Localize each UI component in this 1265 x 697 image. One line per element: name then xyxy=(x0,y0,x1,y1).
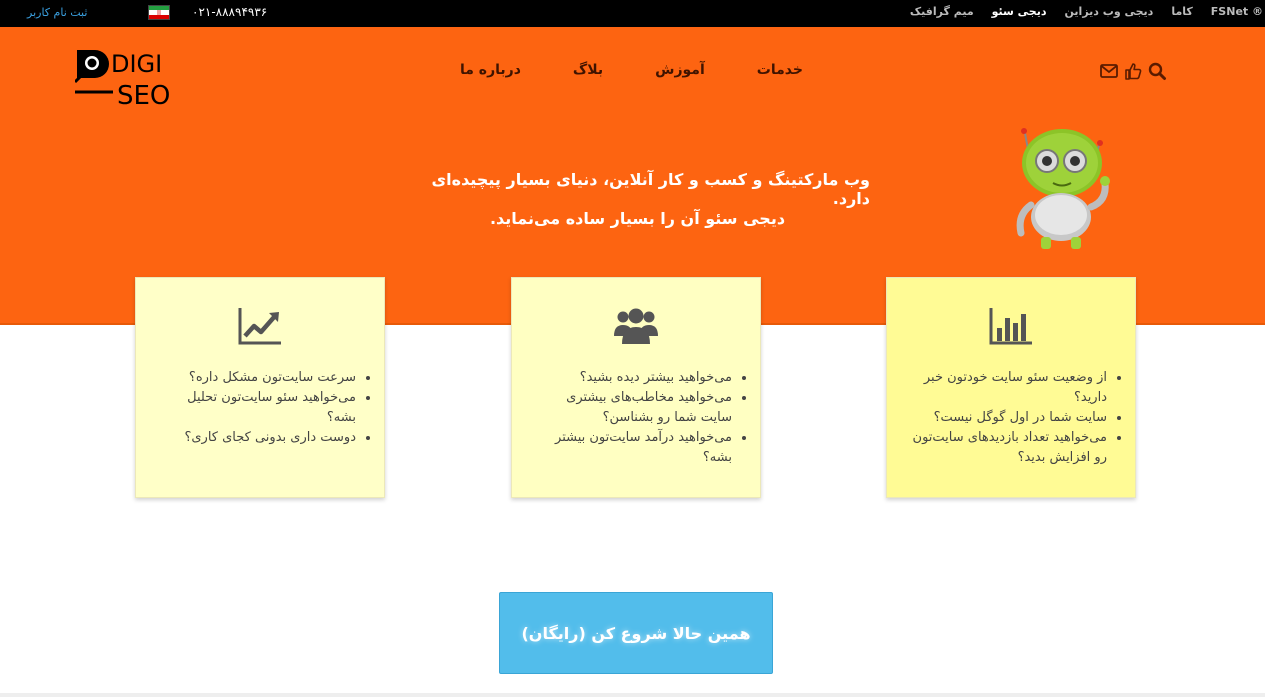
nav-item-about[interactable]: درباره ما xyxy=(460,62,521,78)
mail-icon[interactable] xyxy=(1099,61,1119,81)
top-link-digiwebdesign[interactable]: دیجی وب دیزاین xyxy=(1065,5,1154,18)
card-list: سرعت سایت‌تون مشکل داره؟ می‌خواهید سئو س… xyxy=(156,368,374,448)
card-list: از وضعیت سئو سایت خودتون خبر دارید؟ سایت… xyxy=(907,368,1125,468)
hero-headline: وب مارکتینگ و کسب و کار آنلاین، دنیای بس… xyxy=(431,170,870,208)
digiseo-logo[interactable]: DIGI SEO xyxy=(75,46,205,108)
thumbs-up-icon[interactable] xyxy=(1123,61,1143,81)
main-nav: خدمات آموزش بلاگ درباره ما xyxy=(460,62,803,78)
list-item: می‌خواهید مخاطب‌های بیشتری سایت شما رو ب… xyxy=(532,388,732,428)
logo-text-seo: SEO xyxy=(117,81,170,108)
hero-subheadline: دیجی سئو آن را بسیار ساده می‌نماید. xyxy=(489,209,786,228)
top-links: FSNet ® کاما دیجی وب دیزاین دیجی سئو میم… xyxy=(910,5,1265,18)
list-item: می‌خواهید بیشتر دیده بشید؟ xyxy=(532,368,732,388)
nav-item-education[interactable]: آموزش xyxy=(655,62,705,78)
robot-mascot-image xyxy=(1016,128,1110,249)
list-item: می‌خواهید تعداد بازدیدهای سایت‌تون رو اف… xyxy=(907,428,1107,468)
feature-card-seo-status: از وضعیت سئو سایت خودتون خبر دارید؟ سایت… xyxy=(886,277,1136,498)
card-list: می‌خواهید بیشتر دیده بشید؟ می‌خواهید مخا… xyxy=(532,368,750,468)
list-item: سایت شما در اول گوگل نیست؟ xyxy=(907,408,1107,428)
nav-icons xyxy=(1099,61,1167,81)
register-link[interactable]: ثبت نام کاربر xyxy=(27,6,87,19)
bar-chart-icon xyxy=(989,308,1032,345)
nav-item-services[interactable]: خدمات xyxy=(757,62,803,78)
feature-card-audience: می‌خواهید بیشتر دیده بشید؟ می‌خواهید مخا… xyxy=(511,277,761,498)
users-icon xyxy=(614,308,658,344)
top-bar: ثبت نام کاربر ۰۲۱-۸۸۸۹۴۹۳۶ FSNet ® کاما … xyxy=(0,0,1265,27)
iran-flag-icon[interactable] xyxy=(148,5,170,20)
phone-number: ۰۲۱-۸۸۸۹۴۹۳۶ xyxy=(192,5,268,19)
feature-card-speed: سرعت سایت‌تون مشکل داره؟ می‌خواهید سئو س… xyxy=(135,277,385,498)
trend-up-icon xyxy=(238,308,281,345)
top-link-kama[interactable]: کاما xyxy=(1171,5,1192,18)
list-item: می‌خواهید سئو سایت‌تون تحلیل بشه؟ xyxy=(156,388,356,428)
top-link-digiseo[interactable]: دیجی سئو xyxy=(992,5,1047,18)
top-link-fsnet[interactable]: FSNet ® xyxy=(1211,5,1265,18)
logo-text-digi: DIGI xyxy=(111,50,162,78)
list-item: از وضعیت سئو سایت خودتون خبر دارید؟ xyxy=(907,368,1107,408)
top-link-mimgraphic[interactable]: میم گرافیک xyxy=(910,5,974,18)
nav-item-blog[interactable]: بلاگ xyxy=(573,62,603,78)
footer-divider xyxy=(0,693,1265,697)
list-item: دوست داری بدونی کجای کاری؟ xyxy=(156,428,356,448)
start-free-button[interactable]: همین حالا شروع کن (رایگان) xyxy=(499,592,773,674)
list-item: سرعت سایت‌تون مشکل داره؟ xyxy=(156,368,356,388)
list-item: می‌خواهید درآمد سایت‌تون بیشتر بشه؟ xyxy=(532,428,732,468)
search-icon[interactable] xyxy=(1147,61,1167,81)
